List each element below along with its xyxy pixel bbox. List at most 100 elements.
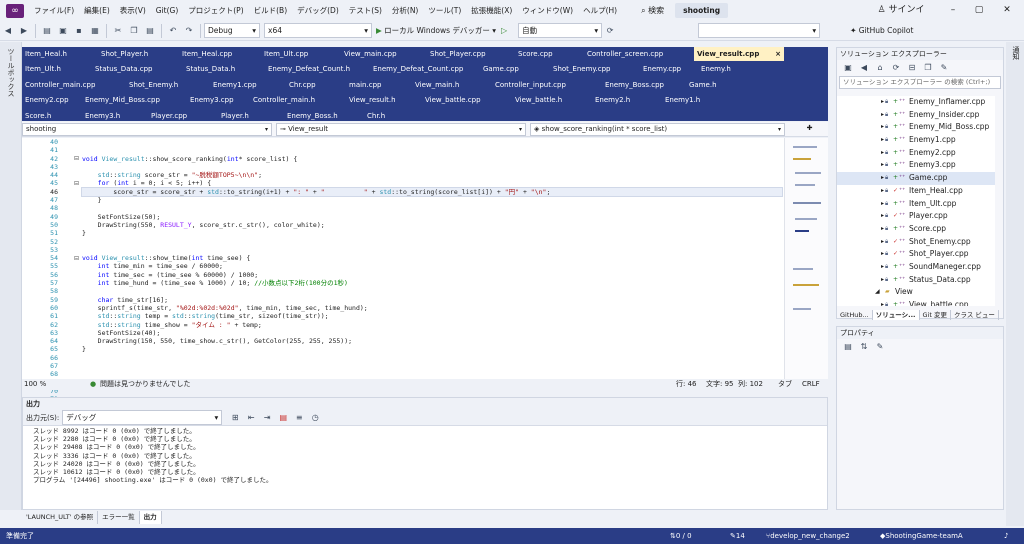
- tab-status-data-h[interactable]: Status_Data.h: [183, 62, 265, 76]
- fold-marker[interactable]: ⊟: [74, 180, 79, 187]
- tree-item[interactable]: ▸ 🔒︎ + ⁺⁺ SoundManeger.cpp: [837, 261, 995, 274]
- code-area[interactable]: void View_result::show_score_ranking(int…: [81, 138, 783, 437]
- notification-bell-icon[interactable]: ♪: [1004, 528, 1008, 544]
- split-icon[interactable]: ✚: [790, 123, 826, 136]
- tree-item[interactable]: ▸ 🔒︎ + ⁺⁺ Score.cpp: [837, 223, 995, 236]
- solution-panel-tab[interactable]: クラス ビュー: [951, 310, 999, 320]
- code-line[interactable]: [82, 354, 782, 362]
- tab-enemy1-cpp[interactable]: Enemy1.cpp: [210, 78, 286, 92]
- code-line[interactable]: [82, 204, 782, 212]
- expand-arrow-icon[interactable]: ▸: [881, 261, 884, 274]
- tab-main-cpp[interactable]: main.cpp: [346, 78, 412, 92]
- menu-item[interactable]: プロジェクト(P): [183, 0, 248, 21]
- notifications-tab[interactable]: 通知: [1011, 46, 1021, 60]
- expand-arrow-icon[interactable]: ▸: [881, 185, 884, 198]
- expand-arrow-icon[interactable]: ▸: [881, 109, 884, 122]
- tab-view-battle-cpp[interactable]: View_battle.cpp: [422, 93, 512, 107]
- tab-controller-main-cpp[interactable]: Controller_main.cpp: [22, 78, 126, 92]
- tab-enemy-defeat-count-cpp[interactable]: Enemy_Defeat_Count.cpp: [370, 62, 480, 76]
- tree-item[interactable]: ▸ 🔒︎ + ⁺⁺ Status_Data.cpp: [837, 274, 995, 287]
- copy-icon[interactable]: ❐: [127, 24, 141, 38]
- config-select[interactable]: Debug ▾: [204, 23, 260, 38]
- tab-item-heal-h[interactable]: Item_Heal.h: [22, 47, 98, 61]
- vs-logo-icon[interactable]: ∞: [6, 3, 24, 18]
- code-editor[interactable]: 40 41 42 43 44 45 46 47 48 49 50 51 52 53 54 55 56 57 58 59…: [22, 138, 828, 436]
- back-icon[interactable]: ◀: [857, 61, 871, 75]
- fold-marker[interactable]: ⊟: [74, 155, 79, 162]
- code-line[interactable]: char time_str[16];: [82, 296, 782, 304]
- next-icon[interactable]: ⇥: [260, 411, 274, 425]
- expand-arrow-icon[interactable]: ◢: [875, 286, 880, 299]
- bottom-tab[interactable]: 出力: [139, 511, 162, 524]
- code-line[interactable]: }: [82, 229, 782, 237]
- sync-status[interactable]: ⇅ 0 / 0: [670, 528, 692, 544]
- hot-reload-icon[interactable]: ⟳: [603, 24, 617, 38]
- member-dropdown[interactable]: ◈ show_score_ranking(int * score_list) ▾: [530, 123, 785, 136]
- code-line[interactable]: int time_hund = (time_see % 1000) / 10; …: [82, 279, 782, 287]
- code-line[interactable]: DrawString(150, 550, time_show.c_str(), …: [82, 337, 782, 345]
- tree-item[interactable]: ▸ 🔒︎ ✓ ⁺⁺ Player.cpp: [837, 210, 995, 223]
- menu-item[interactable]: ヘルプ(H): [578, 0, 622, 21]
- code-line[interactable]: DrawString(550, RESULT_Y, score_str.c_st…: [82, 221, 782, 229]
- code-line[interactable]: score_str = score_str + std::to_string(i…: [81, 186, 783, 198]
- code-line[interactable]: [82, 287, 782, 295]
- tab-chr-cpp[interactable]: Chr.cpp: [286, 78, 346, 92]
- close-button[interactable]: ✕: [994, 0, 1020, 21]
- expand-arrow-icon[interactable]: ▸: [881, 121, 884, 134]
- bottom-tab[interactable]: 'LAUNCH_ULT' の参照: [22, 511, 99, 524]
- code-line[interactable]: std::string time_show = "タイム : " + temp;: [82, 321, 782, 329]
- code-line[interactable]: [82, 246, 782, 254]
- code-line[interactable]: [82, 362, 782, 370]
- open-folder-icon[interactable]: ▣: [56, 24, 70, 38]
- menu-item[interactable]: ビルド(B): [249, 0, 293, 21]
- tab-controller-input-cpp[interactable]: Controller_input.cpp: [492, 78, 602, 92]
- code-line[interactable]: sprintf_s(time_str, "%02d:%02d:%02d", ti…: [82, 304, 782, 312]
- close-tab-icon[interactable]: ×: [775, 47, 781, 61]
- tab-enemy-boss-h[interactable]: Enemy_Boss.h: [284, 109, 364, 123]
- categorized-icon[interactable]: ▤: [841, 340, 855, 354]
- expand-arrow-icon[interactable]: ▸: [881, 134, 884, 147]
- platform-select[interactable]: x64 ▾: [264, 23, 372, 38]
- prev-icon[interactable]: ⇤: [244, 411, 258, 425]
- collapse-icon[interactable]: ⊟: [905, 61, 919, 75]
- code-line[interactable]: std::string score_str = "~脱税額TOP5~\n\n";: [82, 171, 782, 179]
- menu-item[interactable]: 分析(N): [387, 0, 423, 21]
- tab-game-h[interactable]: Game.h: [686, 78, 746, 92]
- tab-chr-h[interactable]: Chr.h: [364, 109, 424, 123]
- code-line[interactable]: [82, 146, 782, 154]
- tree-item[interactable]: ▸ 🔒︎ + ⁺⁺ View_battle.cpp: [837, 299, 995, 306]
- minimap[interactable]: [784, 138, 828, 379]
- wrench-icon[interactable]: ✎: [873, 340, 887, 354]
- tab-enemy3-cpp[interactable]: Enemy3.cpp: [187, 93, 250, 107]
- changes-status[interactable]: ✎ 14: [730, 528, 745, 544]
- tab-view-main-cpp[interactable]: View_main.cpp: [341, 47, 427, 61]
- paste-icon[interactable]: ▤: [143, 24, 157, 38]
- find-icon[interactable]: ⊞: [228, 411, 242, 425]
- project-name-tab[interactable]: shooting: [675, 3, 729, 18]
- copilot-button[interactable]: ✦ GitHub Copilot: [850, 26, 913, 35]
- search-box[interactable]: ⌕ 検索: [636, 0, 669, 21]
- toolbox-tab[interactable]: ツールボックス: [6, 48, 16, 97]
- tree-item[interactable]: ▸ 🔒︎ + ⁺⁺ Item_Ult.cpp: [837, 198, 995, 211]
- issues-text[interactable]: 問題は見つかりませんでした: [100, 379, 190, 390]
- tab-controller-main-h[interactable]: Controller_main.h: [250, 93, 346, 107]
- forward-icon[interactable]: ▶: [17, 24, 31, 38]
- expand-arrow-icon[interactable]: ▸: [881, 223, 884, 236]
- switch-view-icon[interactable]: ▣: [841, 61, 855, 75]
- tab-enemy-boss-cpp[interactable]: Enemy_Boss.cpp: [602, 78, 686, 92]
- tree-item[interactable]: ▸ 🔒︎ + ⁺⁺ Enemy1.cpp: [837, 134, 995, 147]
- menu-item[interactable]: テスト(S): [344, 0, 387, 21]
- tree-item[interactable]: ▸ 🔒︎ + ⁺⁺ Enemy2.cpp: [837, 147, 995, 160]
- sync-icon[interactable]: ⟳: [889, 61, 903, 75]
- repo-status[interactable]: ◆ ShootingGame-teamA: [880, 528, 963, 544]
- code-line[interactable]: std::string temp = std::string(time_str,…: [82, 312, 782, 320]
- extra-select[interactable]: ▾: [698, 23, 821, 38]
- menu-item[interactable]: 表示(V): [115, 0, 151, 21]
- tree-item[interactable]: ▸ 🔒︎ + ⁺⁺ Enemy_Inflamer.cpp: [837, 96, 995, 109]
- show-all-icon[interactable]: ❐: [921, 61, 935, 75]
- tree-item[interactable]: ▸ 🔒︎ ✓ ⁺⁺ Item_Heal.cpp: [837, 185, 995, 198]
- redo-icon[interactable]: ↷: [182, 24, 196, 38]
- code-line[interactable]: int time_sec = (time_see % 60000) / 1000…: [82, 271, 782, 279]
- bottom-tab[interactable]: エラー一覧: [98, 511, 140, 524]
- solution-panel-tab[interactable]: ソリューシ...: [872, 310, 920, 320]
